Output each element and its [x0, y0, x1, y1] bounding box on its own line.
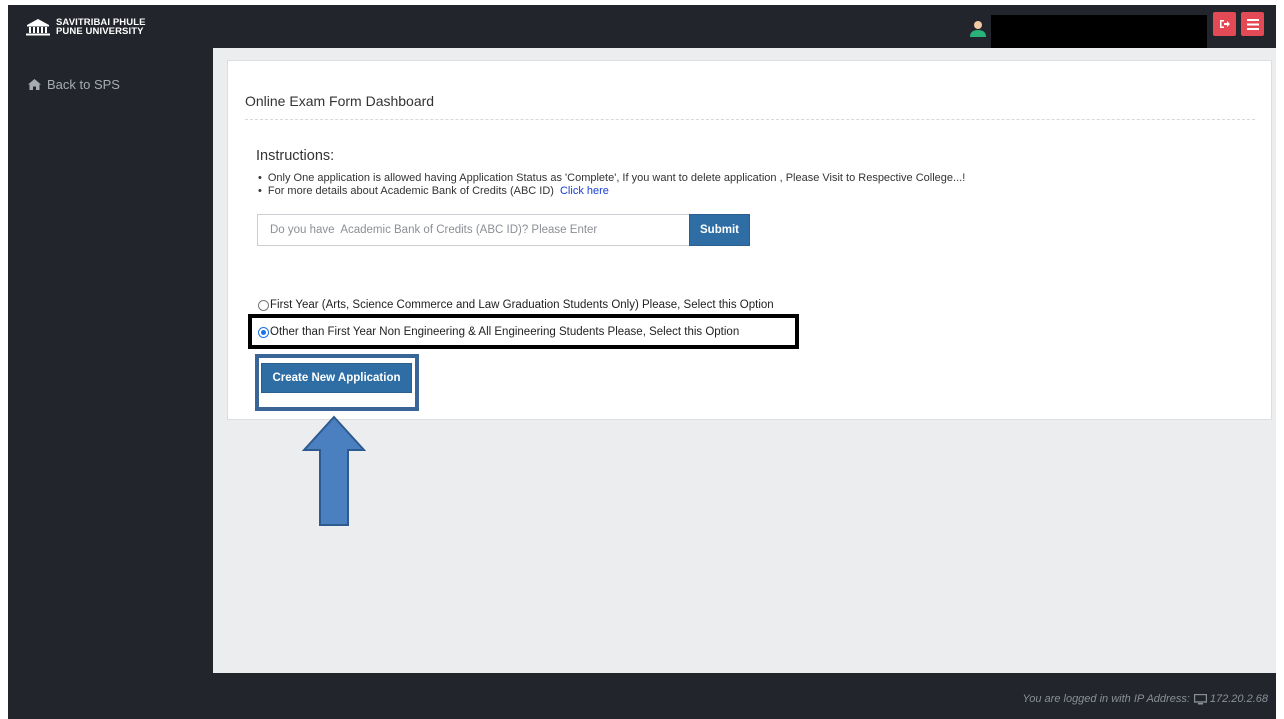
university-logo[interactable]: SAVITRIBAI PHULE PUNE UNIVERSITY — [25, 13, 146, 41]
page-title: Online Exam Form Dashboard — [245, 93, 435, 109]
brand-line-2: PUNE UNIVERSITY — [56, 26, 144, 37]
hamburger-menu-icon — [1246, 18, 1259, 30]
option-first-year[interactable]: First Year (Arts, Science Commerce and L… — [258, 299, 774, 311]
create-new-application-button[interactable]: Create New Application — [261, 363, 412, 393]
sidebar-item-label: Back to SPS — [47, 77, 120, 92]
radio-other-than-first-year[interactable] — [258, 326, 269, 338]
instructions-list: Only One application is allowed having A… — [258, 172, 965, 198]
option-other-than-first-year-label: Other than First Year Non Engineering & … — [270, 326, 740, 338]
footer-ip-address: 172.20.2.68 — [1209, 693, 1268, 705]
instructions-heading: Instructions: — [256, 148, 335, 164]
option-other-than-first-year[interactable]: Other than First Year Non Engineering & … — [258, 326, 739, 338]
instruction-item: For more details about Academic Bank of … — [258, 185, 965, 198]
annotation-up-arrow-icon — [302, 415, 366, 526]
user-avatar-icon[interactable] — [969, 20, 987, 38]
footer: You are logged in with IP Address: 172.2… — [8, 673, 1276, 719]
instruction-text: Only One application is allowed having A… — [267, 172, 966, 184]
screenshot-frame: SAVITRIBAI PHULE PUNE UNIVERSITY Back to… — [0, 0, 1284, 719]
option-first-year-label: First Year (Arts, Science Commerce and L… — [270, 299, 774, 311]
submit-button[interactable]: Submit — [689, 214, 750, 246]
logout-button[interactable] — [1213, 12, 1236, 36]
sign-out-icon — [1219, 20, 1230, 28]
sidebar: Back to SPS — [8, 48, 213, 673]
abc-id-input[interactable] — [257, 214, 689, 246]
dashboard-panel: Online Exam Form Dashboard Instructions:… — [227, 60, 1272, 420]
top-navbar: SAVITRIBAI PHULE PUNE UNIVERSITY — [8, 5, 1276, 48]
sidebar-item-back-to-sps[interactable]: Back to SPS — [28, 77, 120, 92]
instruction-text: For more details about Academic Bank of … — [267, 185, 554, 197]
menu-toggle-button[interactable] — [1241, 12, 1264, 36]
app-window: SAVITRIBAI PHULE PUNE UNIVERSITY Back to… — [8, 5, 1276, 719]
desktop-icon — [1193, 693, 1207, 704]
instruction-item: Only One application is allowed having A… — [258, 172, 965, 185]
title-divider — [245, 119, 1255, 120]
abc-click-here-link[interactable]: Click here — [560, 185, 609, 197]
radio-first-year[interactable] — [258, 299, 269, 311]
footer-logged-in-text: You are logged in with IP Address: — [1022, 693, 1190, 705]
user-name-redacted — [991, 15, 1207, 48]
home-icon — [28, 79, 41, 90]
university-emblem-icon — [26, 18, 50, 35]
footer-ip-info: You are logged in with IP Address: 172.2… — [1023, 693, 1268, 705]
university-name: SAVITRIBAI PHULE PUNE UNIVERSITY — [56, 17, 146, 37]
